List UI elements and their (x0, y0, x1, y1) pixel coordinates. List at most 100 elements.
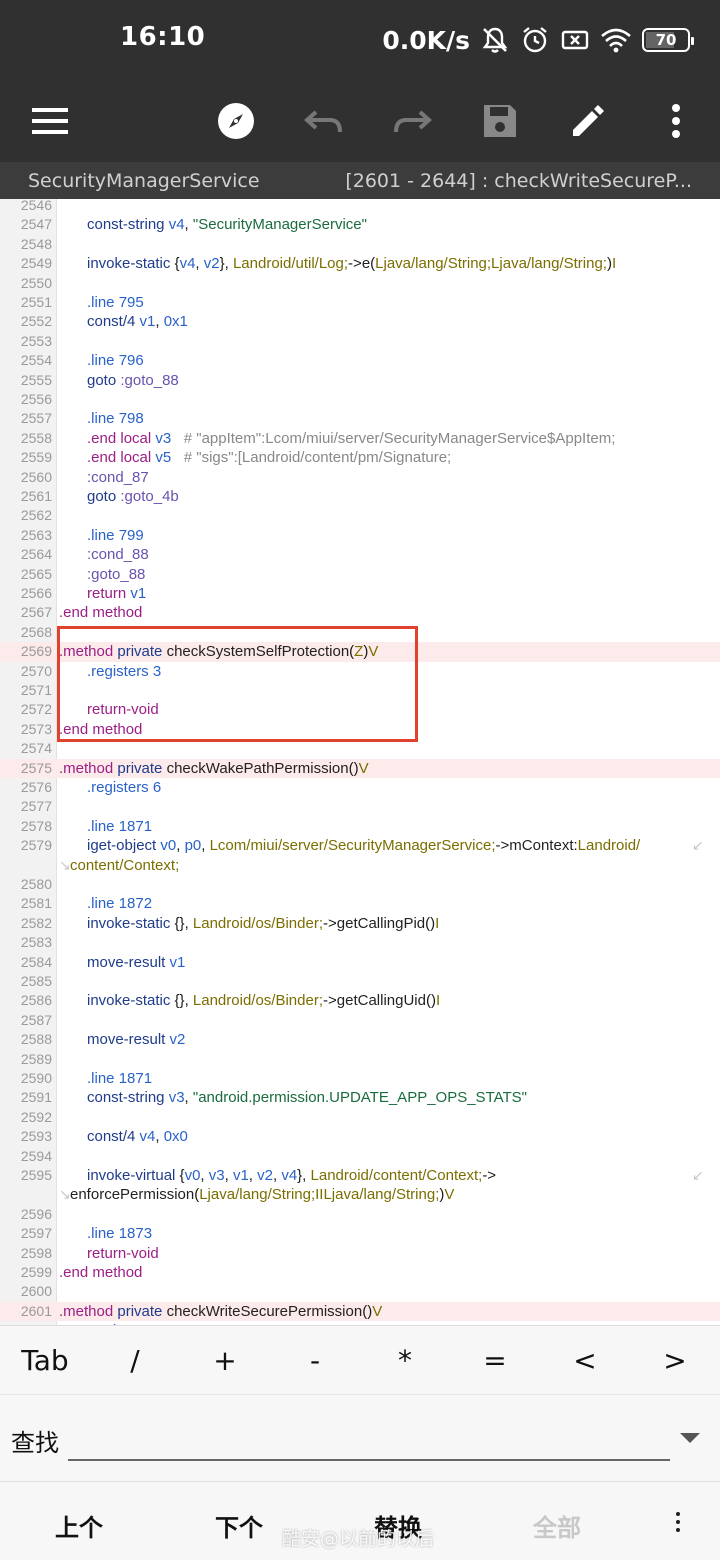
line-content: invoke-static {}, Landroid/os/Binder;->g… (87, 914, 439, 933)
code-line[interactable]: 2580 (0, 875, 720, 894)
code-line[interactable]: 2569 .method private checkSystemSelfProte… (0, 642, 720, 662)
code-line[interactable]: 2564:cond_88 (0, 545, 720, 564)
symbol-key[interactable]: / (90, 1325, 180, 1395)
code-line[interactable]: 2597 .line 1873 (0, 1224, 720, 1243)
code-line[interactable]: 2596 (0, 1205, 720, 1224)
token: Landroid/util/Log; (232, 255, 349, 273)
symbol-key[interactable]: Tab (0, 1325, 90, 1395)
code-line[interactable]: 2579 iget-object v0, p0, Lcom/miui/server… (0, 836, 720, 855)
code-line[interactable]: 2571 (0, 681, 720, 700)
code-line[interactable]: 2556 (0, 390, 720, 409)
code-line[interactable]: 2591 const-string v3, "android.permission… (0, 1088, 720, 1107)
replace-all-button[interactable]: 全部 (533, 1508, 581, 1543)
code-line[interactable]: 2584 move-result v1 (0, 953, 720, 972)
code-line[interactable]: 2581 .line 1872 (0, 894, 720, 913)
code-line[interactable]: 2582 invoke-static {}, Landroid/os/Binder… (0, 914, 720, 933)
editor-toolbar (0, 80, 720, 162)
code-line[interactable]: 2573 .end method (0, 720, 720, 739)
code-line[interactable]: 2594 (0, 1147, 720, 1166)
line-range[interactable]: [2601 - 2644] : checkWriteSecureP... (345, 170, 692, 192)
code-line[interactable]: 2570 .registers 3 (0, 662, 720, 681)
code-line[interactable]: 2565:goto_88 (0, 565, 720, 584)
symbol-key[interactable]: - (270, 1325, 360, 1395)
code-line[interactable]: 2574 (0, 739, 720, 758)
code-line[interactable]: 2578 .line 1871 (0, 817, 720, 836)
code-line[interactable]: 2572 return-void (0, 700, 720, 719)
code-line[interactable]: 2577 (0, 797, 720, 816)
symbol-key[interactable]: < (540, 1325, 630, 1395)
line-content: invoke-static {}, Landroid/os/Binder;->g… (87, 991, 440, 1010)
code-line[interactable]: 2555 goto :goto_88 (0, 371, 720, 390)
line-number: 2582 (20, 914, 52, 931)
token: :goto_88 (120, 371, 179, 389)
line-number: 2580 (20, 876, 52, 892)
symbol-bar: Tab / + - * = < > (0, 1325, 720, 1395)
code-line-continuation[interactable]: ↘ enforcePermission(Ljava/lang/String;IIL… (0, 1185, 720, 1204)
save-icon[interactable] (470, 91, 530, 151)
code-line[interactable]: 2593 const/4 v4, 0x0 (0, 1127, 720, 1146)
code-line[interactable]: 2553 (0, 332, 720, 351)
find-input[interactable] (68, 1417, 670, 1461)
code-line[interactable]: 2599 .end method (0, 1263, 720, 1282)
code-line[interactable]: 2595 invoke-virtual {v0, v3, v1, v2, v4},… (0, 1166, 720, 1185)
token: }, (219, 255, 233, 273)
more-vertical-icon[interactable] (646, 91, 706, 151)
code-line[interactable]: 2562 (0, 506, 720, 525)
code-line[interactable]: 2568 (0, 623, 720, 642)
token: v1 (139, 313, 156, 331)
code-line[interactable]: 2551 .line 795 (0, 293, 720, 312)
code-line[interactable]: 2552 const/4 v1, 0x1 (0, 312, 720, 331)
code-line[interactable]: 2547 const-string v4, "SecurityManagerSer… (0, 215, 720, 234)
code-line[interactable]: 2558 .end local v3 # "appItem":Lcom/miui/… (0, 429, 720, 448)
code-line[interactable]: 2566 return v1 (0, 584, 720, 603)
code-line[interactable]: 2561 goto :goto_4b (0, 487, 720, 506)
redo-icon[interactable] (382, 91, 442, 151)
code-line[interactable]: 2557 .line 798 (0, 409, 720, 428)
code-line[interactable]: 2575 .method private checkWakePathPermiss… (0, 758, 720, 778)
code-line[interactable]: 2563 .line 799 (0, 526, 720, 545)
code-line[interactable]: 2601 .method private checkWriteSecurePerm… (0, 1301, 720, 1322)
code-line[interactable]: 2585 (0, 972, 720, 991)
symbol-key[interactable]: > (630, 1325, 720, 1395)
code-line[interactable]: 2549 invoke-static {v4, v2}, Landroid/uti… (0, 254, 720, 273)
code-line[interactable]: 2583 (0, 933, 720, 952)
undo-icon[interactable] (294, 91, 354, 151)
line-content: move-result v2 (87, 1030, 185, 1049)
code-line[interactable]: 2560:cond_87 (0, 468, 720, 487)
compass-icon[interactable] (206, 91, 266, 151)
token: checkSystemSelfProtection (166, 643, 350, 661)
code-line[interactable]: 2588 move-result v2 (0, 1030, 720, 1049)
line-number: 2547 (20, 216, 52, 233)
code-line[interactable]: 2587 (0, 1011, 720, 1030)
symbol-key[interactable]: = (450, 1325, 540, 1395)
code-line[interactable]: 2554 .line 796 (0, 351, 720, 370)
symbol-key[interactable]: * (360, 1325, 450, 1395)
code-line[interactable]: 2559 .end local v5 # "sigs":[Landroid/con… (0, 448, 720, 467)
code-line[interactable]: 2567 .end method (0, 603, 720, 622)
code-line[interactable]: 2548 (0, 235, 720, 254)
code-line[interactable]: 2592 (0, 1108, 720, 1127)
token: -> (348, 255, 362, 273)
next-button[interactable]: 下个 (215, 1508, 263, 1543)
token: v3 (208, 1167, 225, 1184)
pencil-icon[interactable] (558, 91, 618, 151)
code-line[interactable]: 2600 (0, 1282, 720, 1301)
code-line[interactable]: 2546 (0, 199, 720, 215)
status-time: 16:10 (120, 22, 206, 52)
code-line[interactable]: 2590 .line 1871 (0, 1069, 720, 1088)
symbol-key[interactable]: + (180, 1325, 270, 1395)
more-vertical-icon[interactable] (666, 1504, 690, 1540)
code-line[interactable]: 2550 (0, 274, 720, 293)
code-editor[interactable]: 2546 2547 const-string v4, "SecurityManage… (0, 199, 720, 1325)
code-line[interactable]: 2589 (0, 1050, 720, 1069)
code-line-continuation[interactable]: ↘ content/Context; (0, 856, 720, 875)
hamburger-menu-icon[interactable] (21, 91, 81, 151)
dropdown-arrow-icon[interactable] (680, 1433, 700, 1443)
prev-button[interactable]: 上个 (55, 1508, 103, 1543)
line-number: 2553 (20, 332, 52, 349)
line-number: 2563 (20, 526, 52, 543)
code-line[interactable]: 2598 return-void (0, 1244, 720, 1263)
line-number: 2557 (20, 410, 52, 427)
code-line[interactable]: 2586 invoke-static {}, Landroid/os/Binder… (0, 991, 720, 1010)
code-line[interactable]: 2576 .registers 6 (0, 778, 720, 797)
